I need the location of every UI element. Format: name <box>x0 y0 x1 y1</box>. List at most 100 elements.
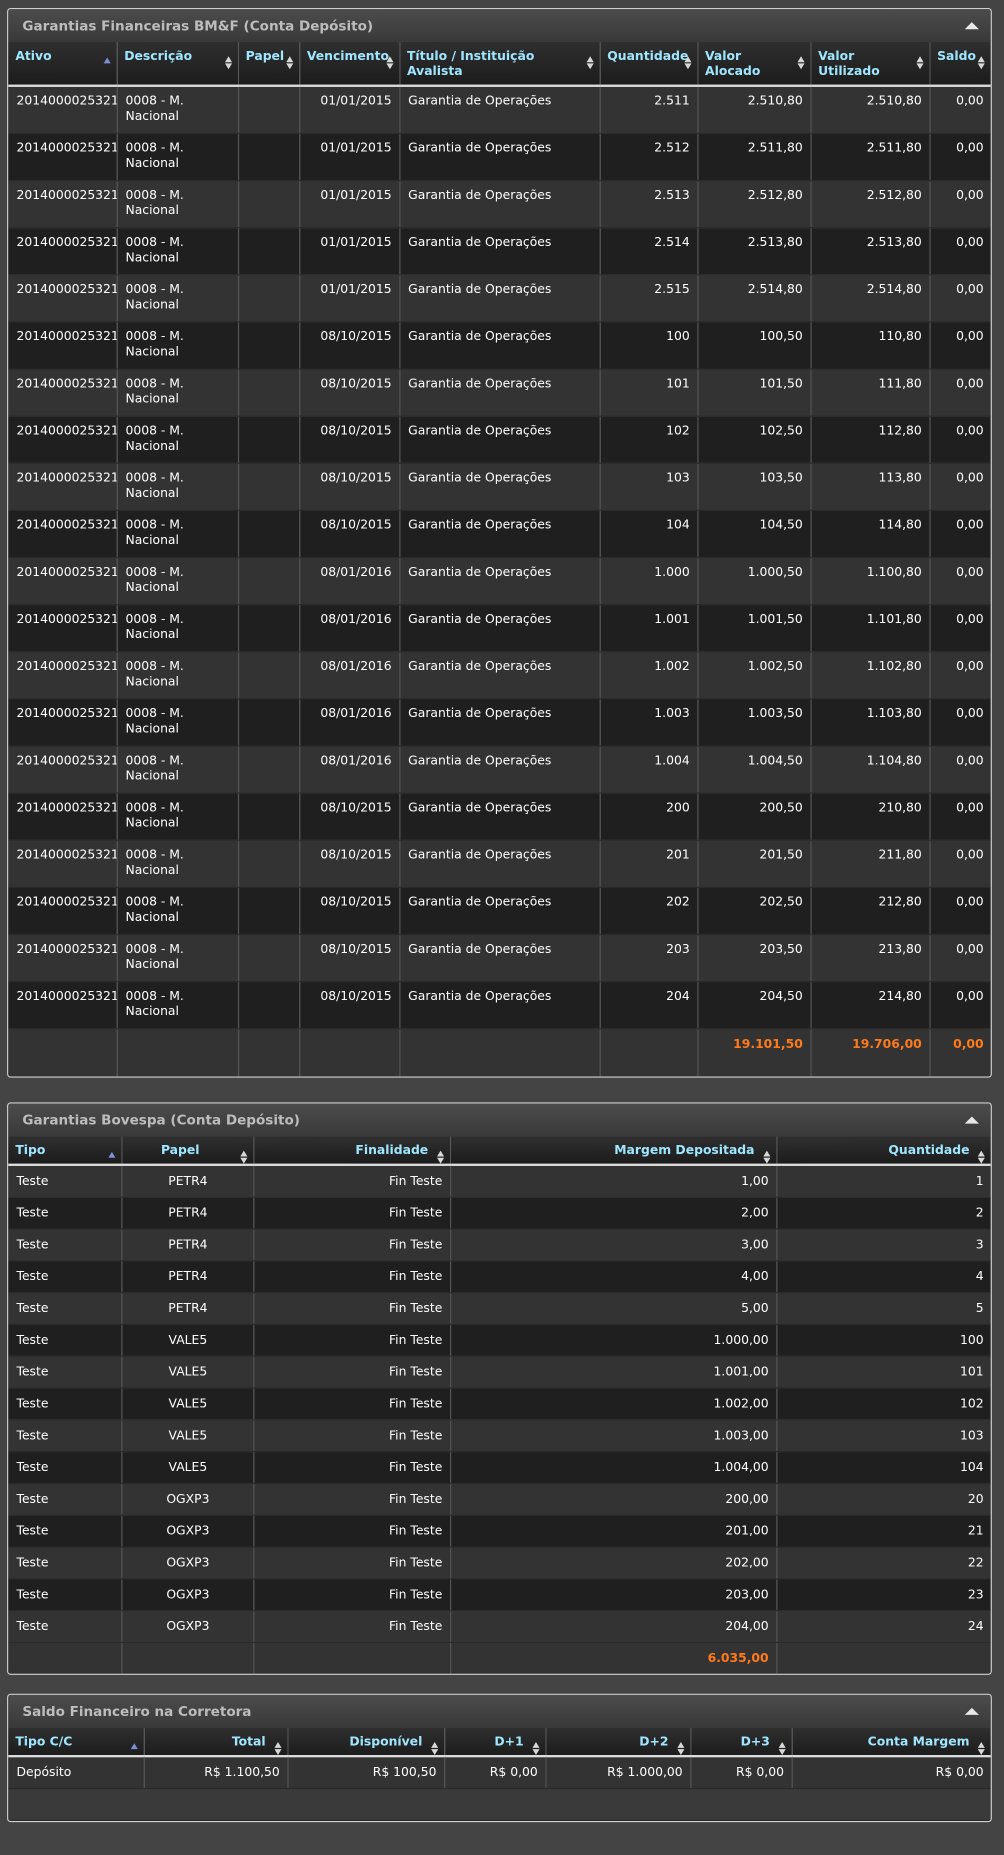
table-row[interactable]: Teste VALE5 Fin Teste 1.003,00 103 <box>8 1419 991 1453</box>
table-row[interactable]: 2014000025321 0008 - M. Nacional 01/01/201… <box>8 85 991 135</box>
cell-titulo-instituicao-avalista: Garantia de Operações <box>399 85 601 135</box>
total-titulo-instituicao-avalista <box>399 1028 601 1077</box>
column-header-descricao[interactable]: Descrição <box>116 42 239 87</box>
column-header-d-2[interactable]: D+2 <box>545 1727 691 1758</box>
table-row[interactable]: Teste OGXP3 Fin Teste 202,00 22 <box>8 1547 991 1580</box>
column-header-titulo-instituicao-avalista[interactable]: Título / Instituição Avalista <box>399 42 601 87</box>
table-row[interactable]: 2014000025321 0008 - M. Nacional 08/01/201… <box>8 604 991 653</box>
cell-vencimento: 08/10/2015 <box>299 369 400 417</box>
sort-asc-icon[interactable] <box>130 1743 138 1756</box>
total-vencimento <box>299 1028 400 1077</box>
column-header-vencimento[interactable]: Vencimento <box>299 42 400 87</box>
panel-bovespa: Garantias Bovespa (Conta Depósito) Tipo P… <box>7 1102 992 1675</box>
table-row[interactable]: 2014000025321 0008 - M. Nacional 08/10/201… <box>8 369 991 417</box>
table-row[interactable]: 2014000025321 0008 - M. Nacional 08/10/201… <box>8 934 991 983</box>
sort-arrows-icon[interactable] <box>762 1150 771 1164</box>
column-header-quantidade[interactable]: Quantidade <box>599 42 698 87</box>
sort-arrows-icon[interactable] <box>796 56 805 70</box>
cell-tipo: Teste <box>8 1547 122 1580</box>
sort-arrows-icon[interactable] <box>531 1742 540 1755</box>
table-row[interactable]: 2014000025321 0008 - M. Nacional 01/01/201… <box>8 274 991 323</box>
bovespa-table: Tipo Papel Finalidade Margem Depositada Quan… <box>8 1136 991 1674</box>
sort-arrows-icon[interactable] <box>285 56 294 70</box>
table-row[interactable]: Teste VALE5 Fin Teste 1.001,00 101 <box>8 1356 991 1389</box>
sort-arrows-icon[interactable] <box>436 1150 444 1164</box>
table-row[interactable]: 2014000025321 0008 - M. Nacional 01/01/201… <box>8 227 991 276</box>
table-row[interactable]: Teste PETR4 Fin Teste 2,00 2 <box>8 1197 991 1230</box>
table-row[interactable]: 2014000025321 0008 - M. Nacional 08/01/201… <box>8 698 991 747</box>
table-row[interactable]: Teste PETR4 Fin Teste 3,00 3 <box>8 1228 991 1262</box>
column-header-d-3[interactable]: D+3 <box>690 1727 793 1758</box>
table-row[interactable]: 2014000025321 0008 - M. Nacional 08/10/201… <box>8 840 991 888</box>
sort-arrows-icon[interactable] <box>683 56 692 70</box>
table-row[interactable]: 2014000025321 0008 - M. Nacional 08/01/201… <box>8 651 991 700</box>
column-header-tipo-c-c[interactable]: Tipo C/C <box>8 1727 145 1758</box>
table-row[interactable]: 2014000025321 0008 - M. Nacional 08/10/201… <box>8 981 991 1030</box>
sort-arrows-icon[interactable] <box>915 56 924 70</box>
cell-vencimento: 08/10/2015 <box>299 793 400 841</box>
sort-asc-icon[interactable] <box>103 57 111 70</box>
column-header-papel[interactable]: Papel <box>237 42 300 87</box>
cell-d-1: R$ 0,00 <box>444 1756 547 1790</box>
column-header-finalidade[interactable]: Finalidade <box>253 1136 451 1166</box>
sort-arrows-icon[interactable] <box>586 56 594 70</box>
cell-margem-depositada: 1.001,00 <box>449 1356 777 1389</box>
sort-arrows-icon[interactable] <box>224 56 232 70</box>
column-header-total[interactable]: Total <box>143 1727 289 1758</box>
column-header-saldo[interactable]: Saldo <box>929 42 991 87</box>
table-row[interactable]: 2014000025321 0008 - M. Nacional 01/01/201… <box>8 180 991 229</box>
collapse-icon[interactable] <box>964 1707 979 1715</box>
table-row[interactable]: Teste VALE5 Fin Teste 1.004,00 104 <box>8 1451 991 1485</box>
table-row[interactable]: Teste PETR4 Fin Teste 1,00 1 <box>8 1164 991 1198</box>
table-row[interactable]: 2014000025321 0008 - M. Nacional 01/01/201… <box>8 133 991 182</box>
sort-arrows-icon[interactable] <box>430 1742 439 1755</box>
column-header-tipo[interactable]: Tipo <box>8 1136 122 1166</box>
sort-arrows-icon[interactable] <box>385 56 394 70</box>
collapse-icon[interactable] <box>964 1116 979 1124</box>
column-header-valor-alocado[interactable]: Valor Alocado <box>697 42 812 87</box>
column-header-d-1[interactable]: D+1 <box>444 1727 547 1758</box>
sort-arrows-icon[interactable] <box>778 1742 786 1755</box>
sort-arrows-icon[interactable] <box>977 1742 986 1755</box>
table-row[interactable]: Teste OGXP3 Fin Teste 201,00 21 <box>8 1515 991 1548</box>
table-row[interactable]: 2014000025321 0008 - M. Nacional 08/10/201… <box>8 463 991 512</box>
column-header-papel[interactable]: Papel <box>121 1136 254 1166</box>
sort-arrows-icon[interactable] <box>977 56 986 70</box>
sort-arrows-icon[interactable] <box>977 1150 986 1164</box>
sort-arrows-icon[interactable] <box>273 1742 282 1755</box>
column-header-ativo[interactable]: Ativo <box>8 42 118 87</box>
cell-papel: PETR4 <box>121 1292 254 1326</box>
column-header-conta-margem[interactable]: Conta Margem <box>791 1727 991 1758</box>
column-header-quantidade[interactable]: Quantidade <box>776 1136 991 1166</box>
cell-papel <box>237 85 300 135</box>
table-row[interactable]: 2014000025321 0008 - M. Nacional 08/10/201… <box>8 416 991 464</box>
cell-valor-alocado: 1.003,50 <box>697 698 812 747</box>
sort-arrows-icon[interactable] <box>676 1742 685 1755</box>
cell-valor-utilizado: 111,80 <box>810 369 931 417</box>
cell-titulo-instituicao-avalista: Garantia de Operações <box>399 180 601 229</box>
table-row[interactable]: 2014000025321 0008 - M. Nacional 08/10/201… <box>8 510 991 559</box>
cell-titulo-instituicao-avalista: Garantia de Operações <box>399 133 601 182</box>
cell-valor-alocado: 2.514,80 <box>697 274 812 323</box>
collapse-icon[interactable] <box>964 22 979 30</box>
table-row[interactable]: 2014000025321 0008 - M. Nacional 08/01/201… <box>8 746 991 794</box>
total-margem-depositada: 6.035,00 <box>449 1642 777 1674</box>
table-row[interactable]: Teste OGXP3 Fin Teste 203,00 23 <box>8 1578 991 1612</box>
table-row[interactable]: 2014000025321 0008 - M. Nacional 08/10/201… <box>8 887 991 936</box>
sort-arrows-icon[interactable] <box>239 1150 248 1164</box>
column-header-valor-utilizado[interactable]: Valor Utilizado <box>810 42 931 87</box>
column-header-disponivel[interactable]: Disponível <box>287 1727 445 1758</box>
table-row[interactable]: 2014000025321 0008 - M. Nacional 08/10/201… <box>8 793 991 841</box>
cell-papel <box>237 369 300 417</box>
table-row[interactable]: 2014000025321 0008 - M. Nacional 08/01/201… <box>8 557 991 606</box>
table-row[interactable]: Teste VALE5 Fin Teste 1.000,00 100 <box>8 1324 991 1357</box>
column-header-margem-depositada[interactable]: Margem Depositada <box>449 1136 777 1166</box>
table-row[interactable]: Teste PETR4 Fin Teste 4,00 4 <box>8 1260 991 1294</box>
table-row[interactable]: Depósito R$ 1.100,50 R$ 100,50 R$ 0,00 R$ 1.… <box>8 1756 991 1790</box>
table-row[interactable]: Teste OGXP3 Fin Teste 204,00 24 <box>8 1610 991 1644</box>
table-row[interactable]: Teste OGXP3 Fin Teste 200,00 20 <box>8 1483 991 1516</box>
sort-asc-icon[interactable] <box>107 1151 116 1165</box>
table-row[interactable]: 2014000025321 0008 - M. Nacional 08/10/201… <box>8 321 991 370</box>
table-row[interactable]: Teste VALE5 Fin Teste 1.002,00 102 <box>8 1388 991 1421</box>
table-row[interactable]: Teste PETR4 Fin Teste 5,00 5 <box>8 1292 991 1326</box>
